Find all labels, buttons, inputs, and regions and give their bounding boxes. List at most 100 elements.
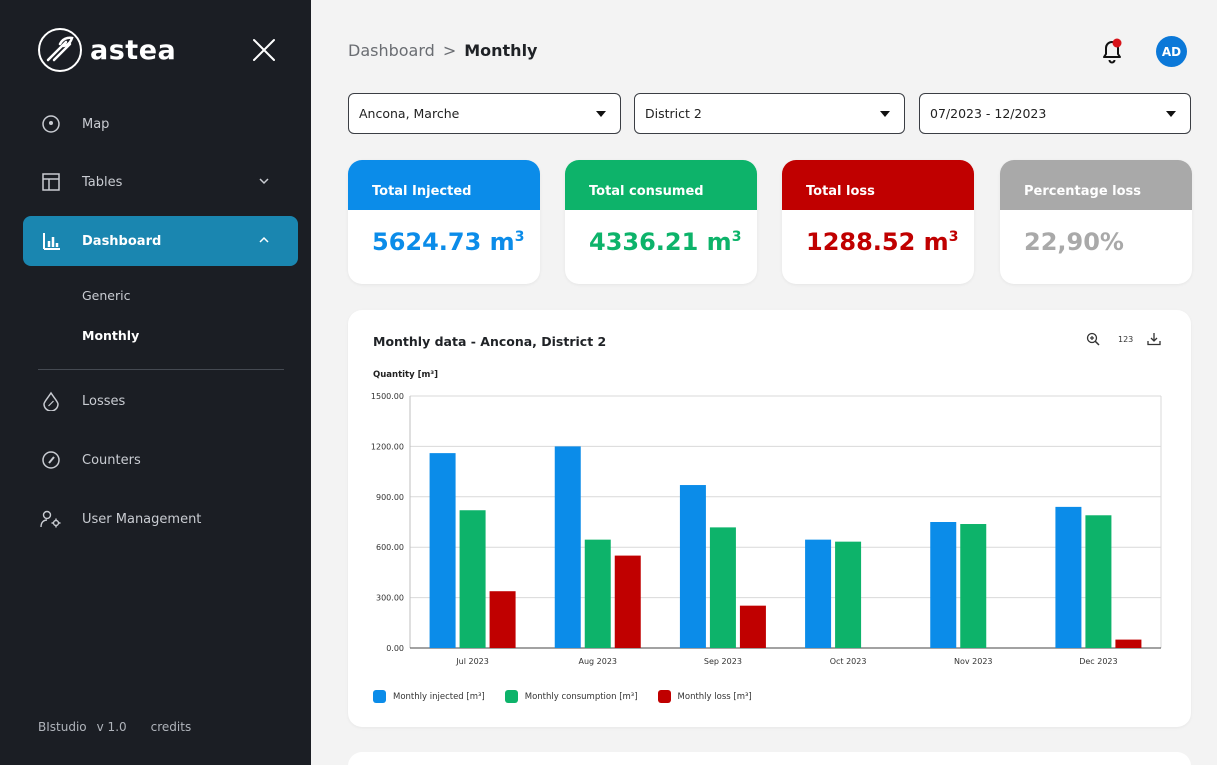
sidebar-divider [38,369,284,370]
gauge-icon [40,449,62,471]
y-tick-label: 900.00 [376,493,404,502]
bar [679,485,706,648]
chevron-down-icon [259,178,269,185]
legend-swatch [373,690,386,703]
sidebar-item-user-management[interactable]: User Management [23,494,298,544]
submenu-item-monthly[interactable]: Monthly [82,328,139,343]
bird-logo-icon [38,28,82,72]
bar-chart: 0.00 300.00 600.00 900.00 1200.00 1500.00 Jul … [371,392,1162,666]
bell-icon [1103,38,1122,64]
user-settings-icon [40,508,62,530]
breadcrumb-current: Monthly [464,41,538,60]
map-pin-icon [40,113,62,135]
kpi-card-total-consumed: Total consumed 4336.21 m3 [565,160,757,284]
period-select-value: 07/2023 - 12/2023 [930,106,1047,121]
legend-label: Monthly injected [m³] [393,691,485,702]
breadcrumb-root[interactable]: Dashboard [348,41,435,60]
legend-item-injected[interactable]: Monthly injected [m³] [373,690,485,703]
bar [429,453,456,648]
table-icon [40,171,62,193]
sidebar-item-label: Map [82,116,110,132]
x-tick-label: Nov 2023 [954,657,993,666]
legend-label: Monthly consumption [m³] [524,691,638,702]
caret-down-icon [880,111,890,117]
sidebar-item-map[interactable]: Map [23,99,298,149]
sidebar-item-losses[interactable]: Losses [23,376,298,426]
x-tick-label: Oct 2023 [830,657,867,666]
district-select-value: District 2 [645,106,702,121]
kpi-card-percentage-loss: Percentage loss 22,90% [1000,160,1192,284]
sidebar-item-label: Dashboard [82,233,162,249]
kpi-value: 4336.21 m3 [589,228,742,256]
kpi-value: 1288.52 m3 [806,228,959,256]
bar [1085,515,1112,648]
drop-percent-icon [40,390,62,412]
y-tick-label: 0.00 [386,644,404,653]
legend-swatch [504,690,518,703]
y-tick-label: 300.00 [376,594,404,603]
x-tick-label: Aug 2023 [578,657,617,666]
sidebar-item-dashboard[interactable]: Dashboard [23,216,298,266]
app-version: v 1.0 [96,720,127,734]
y-tick-label: 1500.00 [371,392,404,401]
kpi-title: Total loss [782,160,974,210]
notifications-button[interactable] [1099,36,1125,64]
legend-label: Monthly loss [m³] [677,691,752,702]
chevron-up-icon [259,236,269,243]
kpi-value: 5624.73 m3 [372,228,525,256]
brand-name: astea [90,34,177,66]
bar [1115,639,1142,648]
sidebar-item-label: Counters [82,452,141,468]
sidebar-item-label: Tables [82,174,123,190]
bar [960,524,987,648]
close-sidebar-button[interactable] [250,36,278,64]
sidebar-item-tables[interactable]: Tables [23,157,298,207]
caret-down-icon [596,111,606,117]
sidebar-item-counters[interactable]: Counters [23,435,298,485]
kpi-value: 22,90% [1024,228,1124,256]
avatar[interactable]: AD [1156,36,1187,67]
credits-link[interactable]: credits [151,720,192,734]
bar [584,539,611,648]
bar [554,446,581,648]
sidebar-footer: BIstudio v 1.0 credits [38,720,201,734]
bar [835,541,862,648]
legend-swatch [657,690,671,703]
kpi-card-total-loss: Total loss 1288.52 m3 [782,160,974,284]
chart-legend: Monthly injected [m³] Monthly consumptio… [373,690,772,703]
brand-logo[interactable]: astea [38,28,176,72]
chart-panel: Monthly data - Ancona, District 2 123 Qu… [348,310,1191,727]
x-tick-label: Jul 2023 [455,657,489,666]
bar [805,539,832,648]
bar [709,527,736,648]
kpi-title: Total consumed [565,160,757,210]
legend-item-consumption[interactable]: Monthly consumption [m³] [504,690,638,703]
bar [930,522,957,648]
location-select[interactable]: Ancona, Marche [348,93,621,134]
sidebar: astea Map Tables Dashboard Generic Month… [0,0,311,765]
y-tick-label: 600.00 [376,543,404,552]
district-select[interactable]: District 2 [634,93,905,134]
bar [739,605,766,648]
submenu-item-generic[interactable]: Generic [82,288,130,303]
bar [614,555,641,648]
breadcrumb: Dashboard > Monthly [348,41,537,60]
bar-chart-icon [40,230,62,252]
period-select[interactable]: 07/2023 - 12/2023 [919,93,1191,134]
x-tick-label: Dec 2023 [1079,657,1117,666]
breadcrumb-separator: > [442,41,457,60]
x-tick-label: Sep 2023 [704,657,742,666]
bar [489,591,516,648]
y-tick-label: 1200.00 [371,442,404,451]
sidebar-item-label: Losses [82,393,126,409]
sidebar-item-label: User Management [82,511,202,527]
kpi-title: Total Injected [348,160,540,210]
close-icon [253,39,275,61]
app-name: BIstudio [38,720,87,734]
bar [459,510,486,648]
kpi-title: Percentage loss [1000,160,1192,210]
legend-item-loss[interactable]: Monthly loss [m³] [657,690,752,703]
kpi-card-total-injected: Total Injected 5624.73 m3 [348,160,540,284]
bar [1055,506,1082,648]
location-select-value: Ancona, Marche [359,106,460,121]
